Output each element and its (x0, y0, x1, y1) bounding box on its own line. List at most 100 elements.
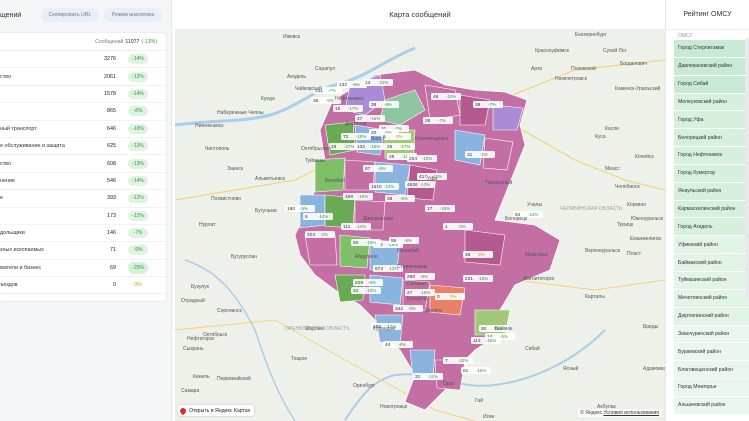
rating-item[interactable]: Уфимский район (674, 236, 749, 255)
district-badge[interactable]: 60 -15% (351, 239, 381, 246)
district-badge[interactable]: 87 -8% (363, 165, 393, 172)
district[interactable] (454, 129, 486, 166)
district-badge[interactable]: 499 -19% (343, 193, 373, 200)
district-badge[interactable]: 103 -2% (305, 231, 335, 238)
copy-url-button[interactable]: Скопировать URL (41, 8, 99, 22)
rating-item[interactable]: Город Уфа (674, 111, 749, 130)
district-badge[interactable]: 61 -16% (461, 367, 491, 374)
district[interactable] (459, 94, 491, 126)
rating-item[interactable]: Город Нефтекамск (674, 147, 749, 165)
city-label: Туймазы (305, 157, 326, 164)
district-badge[interactable]: 25 -17% (385, 143, 415, 150)
district-badge[interactable]: 31 -11% (413, 373, 443, 380)
badge-count: 673 (375, 266, 383, 272)
district[interactable] (464, 229, 506, 266)
topic-row[interactable]: 3276 -14% (0, 51, 166, 69)
topic-row[interactable]: зных ископаемых 71 -9% (0, 242, 166, 260)
district-badge[interactable]: 231 -15% (463, 275, 493, 282)
topic-row[interactable]: ство 2061 -12% (0, 68, 166, 86)
district-badge[interactable]: 7 -22% (443, 357, 473, 364)
badge-count: 132 (357, 144, 365, 150)
district-badge[interactable]: 38 -9% (369, 101, 399, 108)
district-badge[interactable]: 44 -8% (383, 341, 413, 348)
rating-item[interactable]: Мечетлинский район (674, 289, 749, 308)
rating-item[interactable]: Давлекановский район (674, 57, 749, 76)
rating-item[interactable]: Город Стерлитамак (674, 40, 749, 58)
yandex-map[interactable]: 211 -7% 132 -8% 14 -22% 35 -0% 15 -17% 38 -9% 28 -7% 3… (175, 30, 665, 421)
district-badge[interactable]: 0 0% (435, 293, 465, 300)
rating-item[interactable]: Город Кумертау (674, 164, 749, 183)
district-badge[interactable]: 264 -10% (407, 155, 437, 162)
rating-item[interactable]: Мелеузовский район (674, 93, 749, 112)
open-in-yandex-maps-link[interactable]: Открыть в Яндекс Картах (178, 405, 255, 416)
topic-label: ство (0, 160, 11, 167)
district-badge[interactable]: 22 -15% (351, 287, 381, 294)
badge-count: 25 (387, 144, 393, 150)
rating-item[interactable]: Город Агидель (674, 218, 749, 237)
badge-change: -22% (458, 358, 468, 363)
district-badge[interactable]: 132 -15% (355, 143, 385, 150)
district-badge[interactable]: 48 -10% (431, 93, 461, 100)
badge-count: 61 (463, 368, 469, 374)
rating-item[interactable]: Зианчуринский район (674, 325, 749, 344)
analytics-mode-button[interactable]: Режим аналитика (104, 8, 162, 22)
topic-row[interactable]: е 393 -12% (0, 190, 166, 208)
terms-link[interactable]: Условия использования (604, 410, 660, 416)
district-badge[interactable]: 4626 -13% (405, 181, 435, 188)
rating-item[interactable]: Туймазинский район (674, 271, 749, 290)
district-badge[interactable]: 17 -15% (425, 205, 455, 212)
district-badge[interactable]: 1810 -14% (369, 183, 399, 190)
badge-change: -17% (348, 106, 358, 111)
district-badge[interactable]: 46 0% (463, 251, 493, 258)
district-badge[interactable]: 111 -14% (341, 223, 371, 230)
district-badge[interactable]: 229 -8% (353, 279, 383, 286)
topic-row[interactable]: нение 546 -14% (0, 173, 166, 191)
topic-row[interactable]: дольщики 146 -7% (0, 225, 166, 243)
topic-row[interactable]: ный транспорт 646 -10% (0, 121, 166, 138)
rating-item[interactable]: Благовещенский район (674, 361, 749, 380)
district-badge[interactable]: 180 -5% (285, 205, 315, 212)
topic-row[interactable]: 865 -8% (0, 103, 166, 121)
district-badge[interactable]: 14 -22% (363, 79, 393, 86)
district-badge[interactable]: 298 -8% (405, 273, 435, 280)
rating-item[interactable]: Белорецкий район (674, 129, 749, 148)
topic-row[interactable]: ство 608 -13% (0, 155, 166, 173)
district-badge[interactable]: 19 -27% (329, 143, 359, 150)
badge-change: -13% (528, 212, 538, 217)
district-badge[interactable]: 1 -2% (443, 223, 473, 230)
district-badge[interactable]: 55 -9% (389, 237, 419, 244)
district-badge[interactable]: 31 -2% (465, 151, 495, 158)
district-badge[interactable]: 15 -17% (333, 105, 363, 112)
rating-item[interactable]: Бураевский район (674, 343, 749, 362)
rating-item[interactable]: Янаульский район (674, 182, 749, 201)
badge-count: 31 (415, 374, 421, 380)
district-badge[interactable]: 6 -14% (303, 213, 333, 220)
district-badge[interactable]: 72 -10% (341, 133, 371, 140)
topic-row[interactable]: е обслуживание и защита 625 -13% (0, 138, 166, 156)
rating-item[interactable]: Город Сибай (674, 75, 749, 94)
district[interactable] (424, 84, 461, 121)
district-badge[interactable]: 114 -16% (471, 337, 501, 344)
rating-item[interactable]: Альшеевский район (674, 396, 749, 415)
topic-row[interactable]: ъездов 0 0% (0, 277, 166, 295)
district-badge[interactable]: 27 -15% (405, 289, 435, 296)
map-canvas[interactable]: 211 -7%132 -8% 14 -22%35 -0%15 -17%38 -9%28 -7%3… (175, 30, 665, 421)
badge-change: -16% (370, 116, 380, 121)
rating-item[interactable]: Баймакский район (674, 254, 749, 272)
topic-row[interactable]: 1578 -14% (0, 86, 166, 104)
district-badge[interactable]: 6 0% (381, 133, 411, 140)
badge-change: -14% (318, 214, 328, 219)
district-badge[interactable]: 39 -7% (473, 101, 503, 108)
rating-item[interactable]: Дюртюлинский район (674, 307, 749, 326)
badge-change: -7% (328, 88, 336, 93)
district[interactable] (304, 234, 338, 266)
rating-item[interactable]: Город Межгорье (674, 379, 749, 397)
district-badge[interactable]: 342 -8% (393, 305, 423, 312)
topic-row[interactable]: матели и бизнес 69 -25% (0, 260, 166, 278)
district-badge[interactable]: 38 -8% (385, 195, 415, 202)
district-badge[interactable]: 28 -7% (423, 117, 453, 124)
topic-row[interactable]: 173 -12% (0, 208, 166, 225)
rating-scrollbar[interactable] (745, 38, 749, 298)
district-badge[interactable]: 132 -8% (337, 81, 367, 88)
rating-item[interactable]: Кармаскалинский район (674, 200, 749, 219)
